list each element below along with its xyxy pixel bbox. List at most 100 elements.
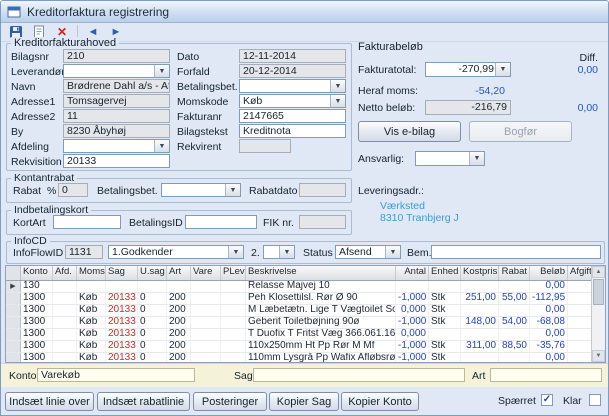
table-cell[interactable]: -68,08 bbox=[530, 317, 568, 328]
table-cell[interactable]: Køb bbox=[77, 317, 106, 328]
table-cell[interactable] bbox=[53, 305, 77, 316]
table-cell[interactable]: 20133 bbox=[106, 329, 138, 340]
table-cell[interactable] bbox=[221, 341, 246, 352]
vis-ebilag-button[interactable]: Vis e-bilag bbox=[358, 121, 461, 142]
table-cell[interactable]: -1,000 bbox=[396, 317, 429, 328]
table-cell[interactable]: 1300 bbox=[21, 305, 53, 316]
table-cell[interactable] bbox=[499, 353, 530, 362]
table-cell[interactable] bbox=[53, 281, 77, 292]
table-cell[interactable]: 200 bbox=[167, 329, 191, 340]
adresse1-field[interactable]: Tomsagervej bbox=[63, 94, 170, 108]
infoflowid-field[interactable]: 1131 bbox=[65, 245, 103, 259]
table-cell[interactable] bbox=[568, 353, 591, 362]
fiknr-field[interactable] bbox=[299, 215, 346, 229]
chevron-down-icon[interactable]: ▼ bbox=[330, 95, 345, 107]
header-selector[interactable] bbox=[6, 266, 21, 280]
chevron-down-icon[interactable]: ▼ bbox=[154, 65, 169, 77]
table-cell[interactable]: 0,00 bbox=[530, 281, 568, 292]
chevron-down-icon[interactable]: ▼ bbox=[228, 246, 243, 258]
column-header[interactable]: Antal bbox=[396, 266, 429, 280]
table-cell[interactable]: 20133 bbox=[106, 317, 138, 328]
table-cell[interactable] bbox=[221, 293, 246, 304]
table-cell[interactable]: 20133 bbox=[106, 341, 138, 352]
chevron-down-icon[interactable]: ▼ bbox=[225, 184, 240, 196]
column-header[interactable]: Beløb bbox=[530, 266, 568, 280]
table-cell[interactable] bbox=[568, 317, 591, 328]
table-cell[interactable] bbox=[429, 281, 461, 292]
table-row[interactable]: ▶130Relasse Majvej 100,00 bbox=[6, 281, 591, 293]
table-cell[interactable] bbox=[499, 305, 530, 316]
table-cell[interactable] bbox=[499, 329, 530, 340]
table-cell[interactable]: 0 bbox=[138, 293, 167, 304]
table-cell[interactable]: 200 bbox=[167, 341, 191, 352]
footer-sag-field[interactable] bbox=[253, 368, 465, 382]
table-cell[interactable]: 0,000 bbox=[396, 329, 429, 340]
bilagsnr-field[interactable]: 210 bbox=[63, 49, 170, 63]
table-cell[interactable]: Geberit Toiletbøjning 90ø bbox=[246, 317, 396, 328]
table-cell[interactable]: 200 bbox=[167, 317, 191, 328]
adresse2-field[interactable]: 11 bbox=[63, 109, 170, 123]
posteringer-button[interactable]: Posteringer bbox=[193, 392, 267, 411]
table-cell[interactable] bbox=[191, 305, 221, 316]
table-cell[interactable]: 148,00 bbox=[461, 317, 499, 328]
table-row[interactable]: 1300Køb201330200T Duofix T Fritst Væg 36… bbox=[6, 329, 591, 341]
afdeling-combo[interactable]: ▼ bbox=[63, 139, 170, 153]
table-cell[interactable] bbox=[429, 329, 461, 340]
table-row[interactable]: 1300Køb201330200Geberit Toiletbøjning 90… bbox=[6, 317, 591, 329]
kopier-konto-button[interactable]: Kopier Konto bbox=[341, 392, 419, 411]
table-cell[interactable]: 1300 bbox=[21, 341, 53, 352]
column-header[interactable]: U.sag bbox=[138, 266, 167, 280]
table-cell[interactable]: 0 bbox=[138, 305, 167, 316]
table-cell[interactable]: Stk bbox=[429, 293, 461, 304]
table-cell[interactable] bbox=[53, 317, 77, 328]
table-cell[interactable]: 130 bbox=[21, 281, 53, 292]
column-header[interactable]: Rabat bbox=[499, 266, 530, 280]
leverandor-combo[interactable]: ▼ bbox=[63, 64, 170, 78]
table-cell[interactable]: 200 bbox=[167, 293, 191, 304]
column-header[interactable]: Kostpris bbox=[461, 266, 499, 280]
table-cell[interactable] bbox=[568, 293, 591, 304]
column-header[interactable]: Afd. bbox=[53, 266, 77, 280]
table-cell[interactable]: 311,00 bbox=[461, 341, 499, 352]
table-cell[interactable]: -35,76 bbox=[530, 341, 568, 352]
table-cell[interactable] bbox=[461, 305, 499, 316]
table-cell[interactable]: 0 bbox=[138, 329, 167, 340]
bem-field[interactable] bbox=[431, 245, 601, 259]
table-cell[interactable] bbox=[106, 281, 138, 292]
row-selector[interactable] bbox=[6, 305, 21, 316]
bilagstekst-field[interactable]: Kreditnota bbox=[239, 124, 346, 138]
table-cell[interactable]: 0 bbox=[138, 353, 167, 362]
rabat-field[interactable]: 0 bbox=[58, 183, 88, 197]
chevron-down-icon[interactable]: ▼ bbox=[279, 246, 294, 258]
table-cell[interactable]: T Duofix T Fritst Væg 366.061.16.1 bbox=[246, 329, 396, 340]
table-cell[interactable]: 20133 bbox=[106, 353, 138, 362]
table-cell[interactable]: 55,00 bbox=[499, 293, 530, 304]
dato-field[interactable]: 12-11-2014 bbox=[239, 49, 346, 63]
table-cell[interactable]: -1,000 bbox=[396, 353, 429, 362]
table-cell[interactable] bbox=[568, 305, 591, 316]
indsaet-rabatlinie-button[interactable]: Indsæt rabatlinie bbox=[97, 392, 190, 411]
table-cell[interactable] bbox=[499, 281, 530, 292]
table-cell[interactable]: 54,00 bbox=[499, 317, 530, 328]
spaerret-checkbox[interactable]: ✓ bbox=[541, 394, 553, 406]
table-cell[interactable]: Køb bbox=[77, 305, 106, 316]
table-cell[interactable]: 110mm Lysgrå Pp Wafix Afløbsrør bbox=[246, 353, 396, 362]
footer-art-field[interactable] bbox=[490, 368, 602, 382]
row-selector[interactable] bbox=[6, 317, 21, 328]
table-cell[interactable] bbox=[221, 317, 246, 328]
table-cell[interactable] bbox=[221, 281, 246, 292]
table-cell[interactable] bbox=[568, 329, 591, 340]
table-cell[interactable]: 20133 bbox=[106, 305, 138, 316]
betalingsid-field[interactable] bbox=[185, 215, 257, 229]
godkender2-combo[interactable]: ▼ bbox=[263, 245, 295, 259]
table-cell[interactable] bbox=[53, 329, 77, 340]
by-field[interactable]: 8230 Åbyhøj bbox=[63, 124, 170, 138]
footer-konto-field[interactable]: Varekøb bbox=[37, 368, 195, 382]
chevron-down-icon[interactable]: ▼ bbox=[469, 152, 484, 165]
table-cell[interactable] bbox=[221, 329, 246, 340]
table-cell[interactable]: 251,00 bbox=[461, 293, 499, 304]
vertical-scrollbar[interactable]: ▲ ▼ bbox=[591, 266, 605, 362]
scroll-thumb[interactable] bbox=[593, 279, 604, 305]
table-cell[interactable]: 88,50 bbox=[499, 341, 530, 352]
table-cell[interactable]: -1,000 bbox=[396, 341, 429, 352]
